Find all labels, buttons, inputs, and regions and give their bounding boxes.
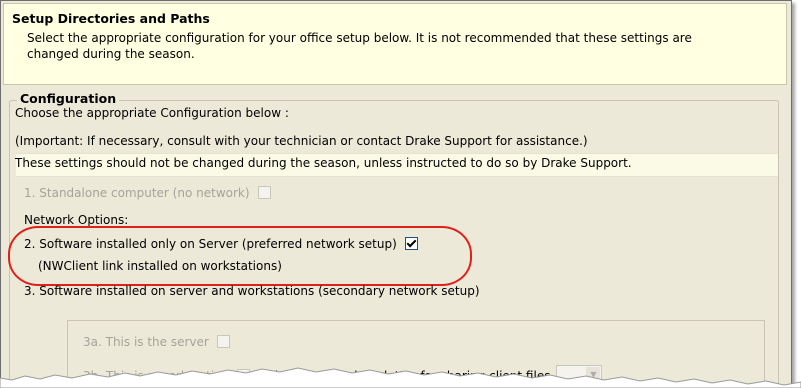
- warning-text: These settings should not be changed dur…: [15, 156, 632, 170]
- option-server-and-workstations: 3. Software installed on server and work…: [24, 284, 480, 298]
- option-standalone: 1. Standalone computer (no network): [24, 186, 271, 200]
- configuration-title: Configuration: [17, 91, 120, 106]
- option-standalone-label: 1. Standalone computer (no network): [24, 186, 250, 200]
- network-options-label: Network Options:: [24, 213, 129, 227]
- option-this-is-server: 3a. This is the server: [83, 335, 230, 349]
- important-note: (Important: If necessary, consult with y…: [15, 134, 588, 148]
- header-description: Select the appropriate configuration for…: [27, 31, 692, 61]
- red-annotation-ellipse: [8, 226, 472, 286]
- setup-dialog: Setup Directories and Paths Select the a…: [0, 0, 792, 385]
- info-header: Setup Directories and Paths Select the a…: [3, 3, 787, 85]
- torn-edge-effect: [0, 367, 801, 388]
- standalone-checkbox[interactable]: [257, 186, 271, 199]
- choose-instruction: Choose the appropriate Configuration bel…: [15, 106, 289, 120]
- header-title: Setup Directories and Paths: [12, 11, 210, 26]
- this-is-server-checkbox[interactable]: [216, 335, 230, 348]
- option-this-is-server-label: 3a. This is the server: [83, 335, 209, 349]
